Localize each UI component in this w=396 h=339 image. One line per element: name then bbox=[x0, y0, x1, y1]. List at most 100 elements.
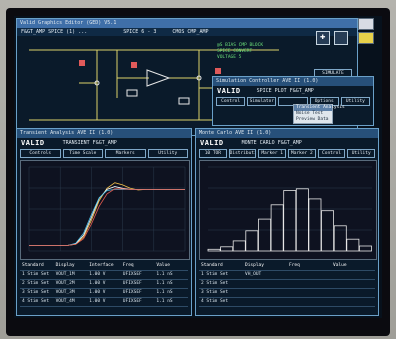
table-row[interactable]: 1 Stim Set VH_OUT bbox=[199, 271, 375, 280]
transient-window-title[interactable]: Transient Analysis AVE II (1.0) bbox=[17, 129, 191, 138]
cell: VOUT_2M bbox=[55, 281, 75, 286]
cell: 3 Stim Set bbox=[22, 290, 50, 295]
transient-button-bar: Controls Time Scale Markers Utility bbox=[17, 148, 191, 159]
schematic-window-title[interactable]: Valid Graphics Editor (GED) V5.1 bbox=[17, 19, 357, 28]
utility-button[interactable]: Utility bbox=[340, 97, 371, 106]
probe-marker-1[interactable] bbox=[79, 60, 85, 66]
col-freq: Freq bbox=[289, 263, 300, 268]
valid-logo: VALID bbox=[200, 139, 224, 147]
menu-item-preview[interactable]: Preview Data bbox=[294, 117, 332, 123]
montecarlo-table: Standard Display Freq Value 1 Stim Set VH… bbox=[199, 262, 375, 307]
montecarlo-header: VALID MONTE CARLO F&GT_AMP bbox=[196, 138, 378, 148]
cell: 1 Stim Set bbox=[22, 272, 50, 277]
resistor-1[interactable] bbox=[127, 90, 137, 96]
histogram-bar bbox=[283, 190, 297, 252]
tool-icon-1[interactable]: ✚ bbox=[316, 31, 330, 45]
col-display: Display bbox=[55, 263, 75, 268]
cell: 1.00 V bbox=[89, 290, 106, 295]
cell: 1.1 nS bbox=[156, 290, 173, 295]
histogram-bar bbox=[358, 245, 372, 252]
controls-button[interactable]: Controls bbox=[20, 149, 61, 158]
histogram-bar bbox=[270, 204, 284, 252]
cell: 1.1 nS bbox=[156, 281, 173, 286]
table-row[interactable]: 3 Stim Set VOUT_3M 1.00 V UFIXSEF 1.1 nS bbox=[20, 289, 188, 298]
histogram-bar bbox=[245, 230, 259, 252]
histogram-bar bbox=[346, 238, 360, 252]
table-row[interactable]: 4 Stim Set bbox=[199, 298, 375, 307]
utility-button[interactable]: Utility bbox=[347, 149, 376, 158]
tor-button[interactable]: 10 TOR bbox=[199, 149, 227, 158]
transient-header: VALID TRANSIENT F&GT_AMP bbox=[17, 138, 191, 148]
cell: VOUT_4M bbox=[55, 299, 75, 304]
cell: VOUT_1M bbox=[55, 272, 75, 277]
series-line-1 bbox=[29, 182, 185, 246]
simulation-window-title[interactable]: Simulation Controller AVE II (1.0) bbox=[213, 77, 373, 86]
table-row[interactable]: 4 Stim Set VOUT_4M 1.00 V UFIXSEF 1.1 nS bbox=[20, 298, 188, 307]
histogram-bar bbox=[295, 188, 309, 252]
cell: 4 Stim Set bbox=[22, 299, 50, 304]
toolbar-item-design[interactable]: F&GT_AMP SPICE (1) ... bbox=[21, 29, 87, 35]
histogram-bar bbox=[207, 248, 221, 252]
cell: UFIXSEF bbox=[122, 290, 142, 295]
marker-2-button[interactable]: Marker 2 bbox=[288, 149, 316, 158]
time-scale-button[interactable]: Time Scale bbox=[62, 149, 103, 158]
series-line-4 bbox=[29, 188, 185, 246]
simulation-header: VALID SPICE PLOT F&GT_AMP bbox=[213, 86, 373, 96]
transient-table-header: Standard Display Interface Freq Value bbox=[20, 262, 188, 271]
montecarlo-subtitle: MONTE CARLO F&GT_AMP bbox=[241, 140, 302, 146]
opamp-symbol[interactable] bbox=[147, 70, 169, 86]
simulator-button[interactable]: Simulator bbox=[247, 97, 277, 106]
col-interface: Interface bbox=[89, 263, 114, 268]
histogram-bar bbox=[258, 218, 272, 252]
cell: VOUT_3M bbox=[55, 290, 75, 295]
control-button[interactable]: Control bbox=[317, 149, 346, 158]
distribution-button[interactable]: Distribution bbox=[228, 149, 257, 158]
col-standard: Standard bbox=[201, 263, 223, 268]
cell bbox=[243, 289, 287, 297]
simulation-controller-window: Simulation Controller AVE II (1.0) VALID… bbox=[212, 76, 374, 126]
cell bbox=[331, 289, 375, 297]
transient-subtitle: TRANSIENT F&GT_AMP bbox=[62, 140, 117, 146]
toolbar-item-cmos[interactable]: CMOS CMP_AMP bbox=[172, 29, 208, 35]
cell bbox=[243, 280, 287, 288]
cell: 3 Stim Set bbox=[201, 290, 229, 295]
montecarlo-button-bar: 10 TOR Distribution Marker 1 Marker 2 Co… bbox=[196, 148, 378, 159]
desktop-icon-1[interactable] bbox=[358, 18, 374, 30]
col-standard: Standard bbox=[22, 263, 44, 268]
cell: 2 Stim Set bbox=[201, 281, 229, 286]
transient-analysis-window: Transient Analysis AVE II (1.0) VALID TR… bbox=[16, 128, 192, 316]
annotation-voltage: VOLTAGE 5 bbox=[217, 55, 242, 60]
utility-button[interactable]: Utility bbox=[147, 149, 188, 158]
toolbar-item-spice[interactable]: SPICE 6 - 3 bbox=[123, 29, 156, 35]
cell bbox=[287, 271, 331, 279]
control-button[interactable]: Control bbox=[216, 97, 246, 106]
montecarlo-table-header: Standard Display Freq Value bbox=[199, 262, 375, 271]
histogram-bar bbox=[232, 240, 246, 252]
table-row[interactable]: 2 Stim Set VOUT_2M 1.00 V UFIXSEF 1.1 nS bbox=[20, 280, 188, 289]
simulation-subtitle: SPICE PLOT F&GT_AMP bbox=[256, 88, 314, 94]
marker-1-button[interactable]: Marker 1 bbox=[258, 149, 287, 158]
cell: 1 Stim Set bbox=[201, 272, 229, 277]
schematic-toolbar: F&GT_AMP SPICE (1) ... SPICE 6 - 3 CMOS … bbox=[17, 28, 357, 36]
cell: 1.1 nS bbox=[156, 272, 173, 277]
table-row[interactable]: 1 Stim Set VOUT_1M 1.00 V UFIXSEF 1.1 nS bbox=[20, 271, 188, 280]
transient-plot-area[interactable] bbox=[20, 160, 190, 260]
histogram-chart bbox=[207, 166, 372, 252]
desktop-icon-2[interactable] bbox=[358, 32, 374, 44]
cell bbox=[287, 280, 331, 288]
cell: UFIXSEF bbox=[122, 281, 142, 286]
table-row[interactable]: 3 Stim Set bbox=[199, 289, 375, 298]
montecarlo-plot-area[interactable] bbox=[199, 160, 377, 260]
resistor-2[interactable] bbox=[179, 98, 189, 104]
montecarlo-window-title[interactable]: Monte Carlo AVE II (1.0) bbox=[196, 129, 378, 138]
monte-carlo-window: Monte Carlo AVE II (1.0) VALID MONTE CAR… bbox=[195, 128, 379, 316]
cell: 1.00 V bbox=[89, 281, 106, 286]
table-row[interactable]: 2 Stim Set bbox=[199, 280, 375, 289]
desktop-icons bbox=[358, 18, 378, 48]
probe-marker-3[interactable] bbox=[215, 68, 221, 74]
histogram-bar bbox=[308, 198, 322, 252]
markers-button[interactable]: Markers bbox=[105, 149, 146, 158]
probe-marker-2[interactable] bbox=[131, 62, 137, 68]
cell bbox=[287, 289, 331, 297]
tool-icon-2[interactable] bbox=[334, 31, 348, 45]
